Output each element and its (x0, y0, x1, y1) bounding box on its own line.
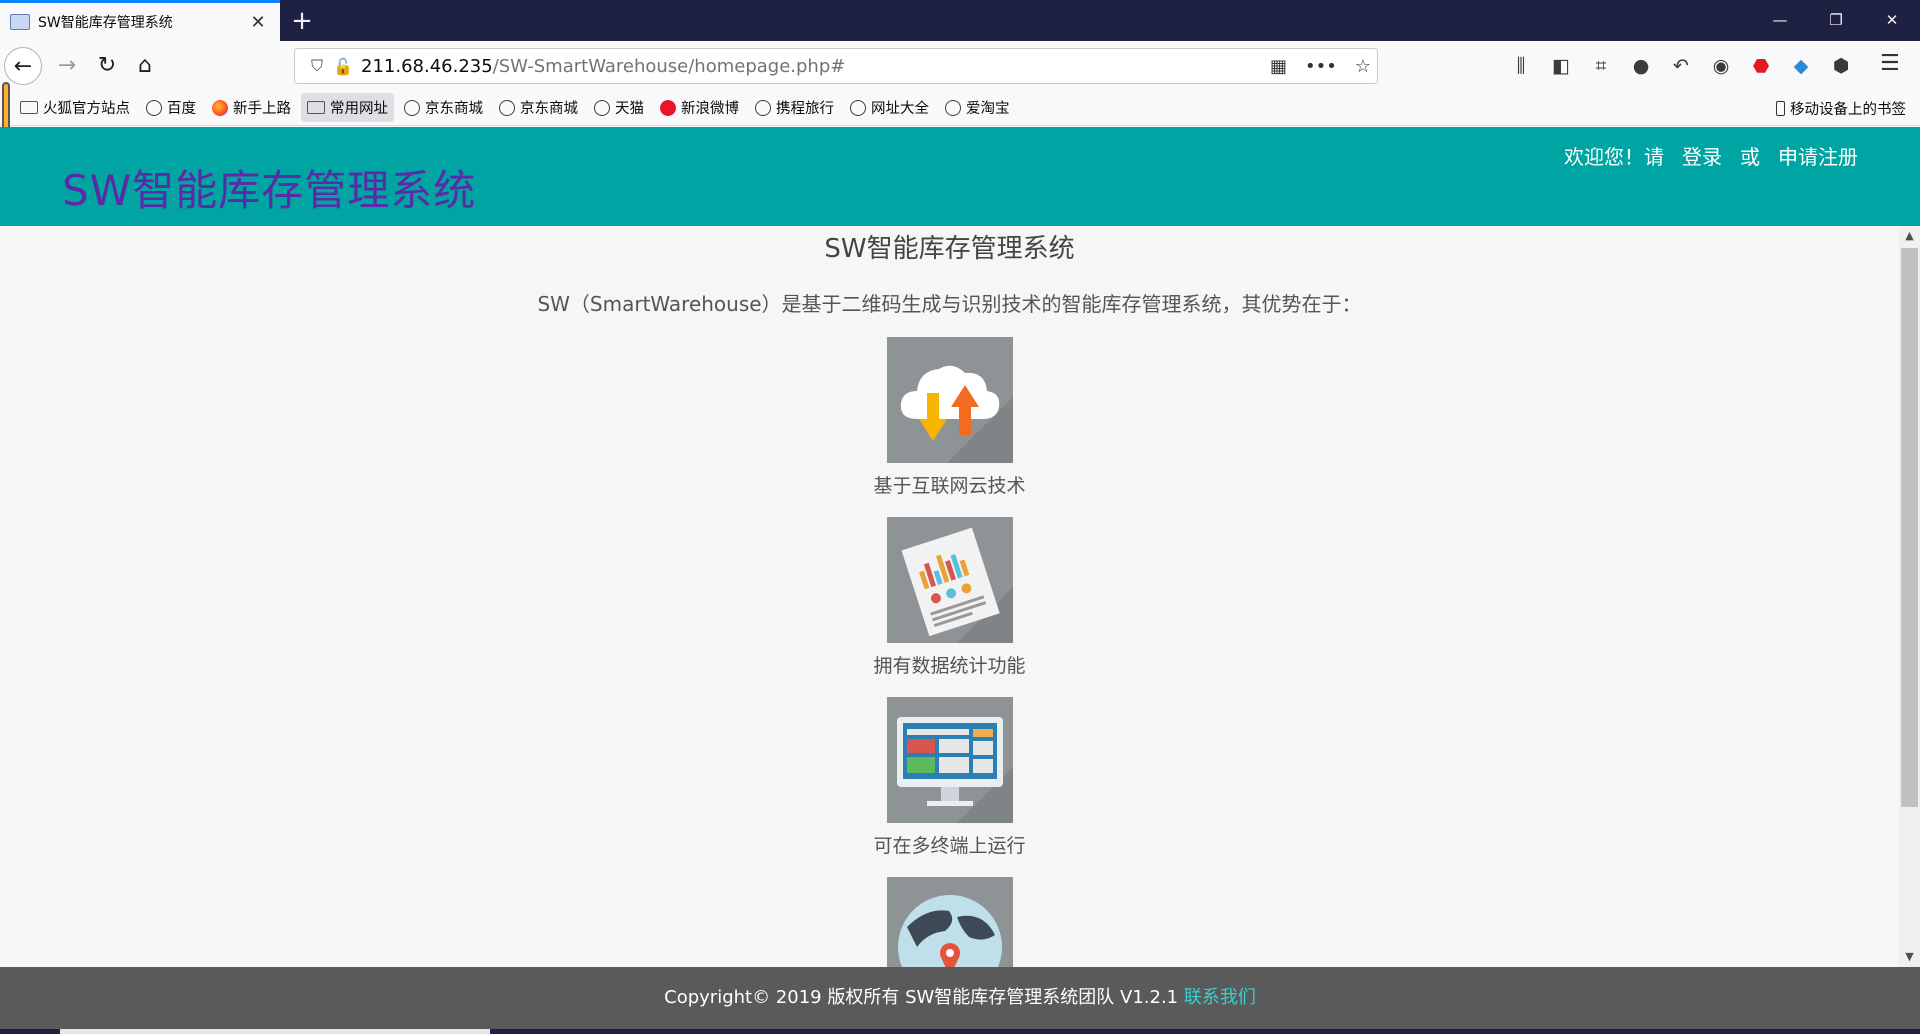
page-actions-icon[interactable]: ••• (1305, 56, 1337, 77)
site-title[interactable]: SW智能库存管理系统 (62, 157, 476, 218)
taskbar-segment (60, 1029, 490, 1034)
forward-button[interactable]: → (48, 47, 86, 85)
new-tab-button[interactable]: + (285, 4, 319, 38)
bookmark-item[interactable]: 京东商城 (493, 93, 584, 122)
extension-cube-icon[interactable]: ⬢ (1830, 55, 1852, 77)
globe-icon (404, 99, 420, 116)
undo-close-icon[interactable]: ↶ (1670, 55, 1692, 77)
feature-item (0, 877, 1899, 967)
firefox-icon (212, 99, 228, 116)
feature-label: 拥有数据统计功能 (873, 655, 1026, 677)
insecure-lock-icon[interactable]: 🔓 (331, 57, 355, 76)
globe-icon (146, 99, 162, 116)
page-scrollbar[interactable]: ▲ ▼ (1899, 226, 1920, 967)
globe-location-icon (886, 877, 1013, 967)
qr-code-icon[interactable]: ▦ (1270, 56, 1287, 77)
chat-icon[interactable]: ● (1630, 55, 1652, 77)
back-button[interactable]: ← (4, 47, 42, 85)
minimize-button[interactable]: — (1752, 0, 1808, 41)
scroll-down-arrow-icon[interactable]: ▼ (1899, 947, 1920, 967)
main-content: SW智能库存管理系统 SW（SmartWarehouse）是基于二维码生成与识别… (0, 226, 1899, 967)
copyright-text: Copyright© 2019 版权所有 SW智能库存管理系统团队 V1.2.1 (664, 987, 1184, 1008)
bookmark-item[interactable]: 新浪微博 (654, 93, 745, 122)
url-host: 211.68.46.235 (361, 55, 493, 77)
url-path: /SW-SmartWarehouse/homepage.php# (492, 55, 846, 77)
page-title: SW智能库存管理系统 (824, 234, 1075, 264)
or-text: 或 (1740, 145, 1760, 169)
monitor-icon (886, 697, 1013, 823)
bookmark-item[interactable]: 携程旅行 (749, 93, 840, 122)
mobile-bookmarks[interactable]: 移动设备上的书签 (1776, 90, 1906, 126)
tab-title: SW智能库存管理系统 (38, 15, 173, 31)
taskbar-strip (0, 1029, 1920, 1034)
close-window-button[interactable]: ✕ (1864, 0, 1920, 41)
sidebar-icon[interactable]: ◧ (1550, 55, 1572, 77)
contact-us-link[interactable]: 联系我们 (1184, 987, 1256, 1008)
bookmark-item[interactable]: 天猫 (588, 93, 650, 122)
tracking-shield-icon[interactable]: ⛉ (303, 56, 331, 76)
hamburger-menu-icon[interactable]: ☰ (1880, 51, 1900, 76)
globe-icon (850, 99, 866, 116)
feature-item: 可在多终端上运行 (0, 697, 1899, 858)
screenshot-crop-icon[interactable]: ⌗ (1590, 55, 1612, 77)
tab-close-icon[interactable]: ✕ (246, 12, 270, 33)
globe-icon (499, 99, 515, 116)
scroll-up-arrow-icon[interactable]: ▲ (1899, 226, 1920, 246)
bookmark-item[interactable]: 爱淘宝 (939, 93, 1016, 122)
bookmark-item[interactable]: 百度 (140, 93, 202, 122)
address-bar[interactable]: ⛉ 🔓 211.68.46.235 /SW-SmartWarehouse/hom… (294, 48, 1378, 84)
bookmark-item[interactable]: 新手上路 (206, 93, 297, 122)
home-button[interactable]: ⌂ (126, 47, 164, 85)
globe-icon (594, 99, 610, 116)
globe-icon (945, 99, 961, 116)
bookmark-item[interactable]: 网址大全 (844, 93, 935, 122)
feature-item: 基于互联网云技术 (0, 337, 1899, 498)
restore-button[interactable]: ❐ (1808, 0, 1864, 41)
user-nav: 欢迎您！请 登录 或 申请注册 (1564, 141, 1858, 170)
library-icon[interactable]: ⫼ (1510, 55, 1532, 77)
tab-strip: SW智能库存管理系统 ✕ + — ❐ ✕ (0, 0, 1920, 41)
bookmarks-toolbar: 火狐官方站点 百度 新手上路 常用网址 京东商城 京东商城 天猫 新浪微博 携程… (0, 90, 1920, 126)
report-chart-icon (886, 517, 1013, 643)
weibo-icon (660, 99, 676, 116)
scroll-thumb[interactable] (1901, 248, 1918, 807)
folder-icon (20, 101, 38, 114)
browser-tab[interactable]: SW智能库存管理系统 ✕ (0, 0, 280, 41)
intro-text: SW（SmartWarehouse）是基于二维码生成与识别技术的智能库存管理系统… (537, 292, 1362, 316)
navigation-toolbar: ← → ↻ ⌂ ⛉ 🔓 211.68.46.235 /SW-SmartWareh… (0, 41, 1920, 90)
site-header: SW智能库存管理系统 欢迎您！请 登录 或 申请注册 (0, 127, 1920, 226)
extension-shield-icon[interactable]: ◆ (1790, 55, 1812, 77)
reload-button[interactable]: ↻ (88, 47, 126, 85)
bookmark-star-icon[interactable]: ☆ (1355, 56, 1371, 77)
bookmark-item[interactable]: 火狐官方站点 (14, 93, 136, 122)
globe-icon (755, 99, 771, 116)
feature-label: 可在多终端上运行 (873, 835, 1026, 857)
mobile-device-icon (1776, 100, 1785, 116)
bookmark-item[interactable]: 常用网址 (301, 93, 394, 122)
cloud-transfer-icon (886, 337, 1013, 463)
folder-icon (307, 101, 325, 114)
tab-favicon-icon (10, 14, 30, 30)
login-link[interactable]: 登录 (1682, 141, 1722, 170)
welcome-text: 欢迎您！请 (1564, 145, 1664, 169)
bookmark-item[interactable]: 京东商城 (398, 93, 489, 122)
account-icon[interactable]: ◉ (1710, 55, 1732, 77)
adblock-icon[interactable]: ⬣ (1750, 55, 1772, 77)
feature-item: 拥有数据统计功能 (0, 517, 1899, 678)
site-footer: Copyright© 2019 版权所有 SW智能库存管理系统团队 V1.2.1… (0, 967, 1920, 1029)
feature-label: 基于互联网云技术 (873, 475, 1026, 497)
register-link[interactable]: 申请注册 (1778, 141, 1858, 170)
